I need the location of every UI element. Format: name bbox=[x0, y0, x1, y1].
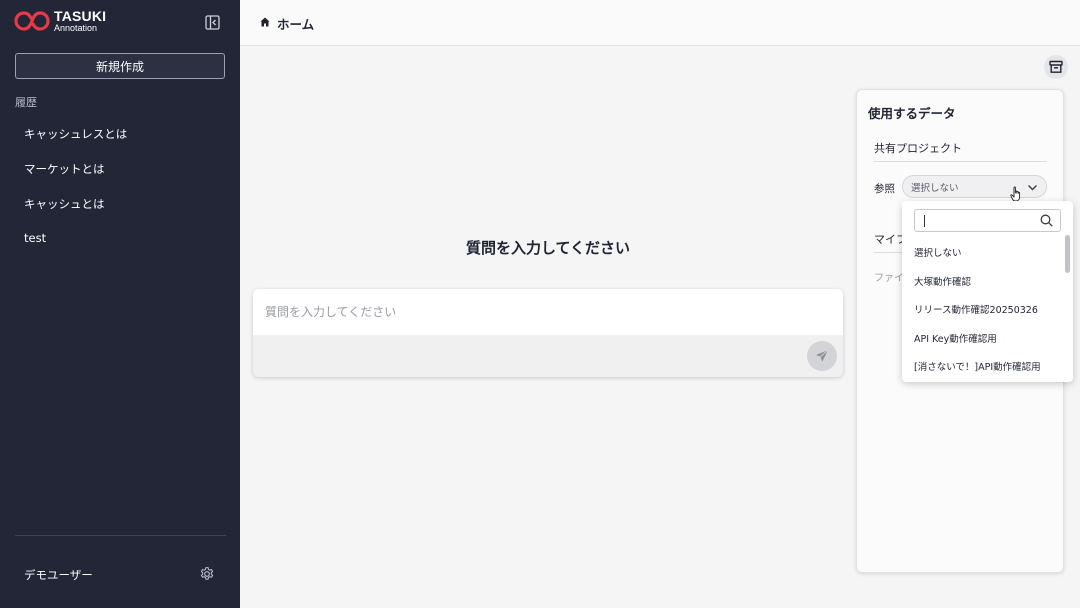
history-list: キャッシュレスとは マーケットとは キャッシュとは test bbox=[0, 117, 240, 256]
sidebar: TASUKI Annotation 新規作成 履歴 キャッシュレスとは マーケッ… bbox=[0, 0, 240, 608]
user-name[interactable]: デモユーザー bbox=[24, 567, 93, 583]
paper-plane-icon bbox=[816, 349, 829, 362]
history-item[interactable]: マーケットとは bbox=[0, 152, 240, 187]
archive-icon bbox=[1049, 60, 1063, 73]
sidebar-collapse-icon bbox=[205, 15, 220, 30]
panel-divider bbox=[874, 161, 1047, 162]
send-button[interactable] bbox=[807, 341, 837, 371]
dropdown-option[interactable]: [消さないで！]API動作確認用 bbox=[902, 352, 1063, 381]
dropdown-search-input[interactable] bbox=[914, 209, 1061, 232]
dropdown-scrollbar[interactable] bbox=[1065, 235, 1070, 273]
question-input[interactable] bbox=[253, 289, 843, 335]
reference-select[interactable]: 選択しない bbox=[902, 175, 1047, 198]
gear-icon bbox=[200, 567, 214, 580]
prompt-heading: 質問を入力してください bbox=[465, 239, 631, 257]
history-item[interactable]: test bbox=[0, 221, 240, 256]
shared-project-label: 共有プロジェクト bbox=[874, 142, 962, 155]
app-logo[interactable]: TASUKI Annotation bbox=[14, 9, 106, 33]
history-item[interactable]: キャッシュレスとは bbox=[0, 117, 240, 152]
dropdown-option[interactable]: API Key動作確認用 bbox=[902, 324, 1063, 353]
text-caret bbox=[924, 215, 925, 227]
sidebar-collapse-button[interactable] bbox=[205, 15, 220, 30]
question-card bbox=[253, 289, 843, 377]
my-files-label: マイフ bbox=[874, 233, 904, 246]
history-item[interactable]: キャッシュとは bbox=[0, 186, 240, 221]
archive-button[interactable] bbox=[1044, 55, 1068, 79]
logo-subtitle: Annotation bbox=[54, 23, 98, 33]
reference-label: 参照 bbox=[874, 183, 895, 195]
new-chat-button[interactable]: 新規作成 bbox=[15, 53, 225, 79]
reference-selected-value: 選択しない bbox=[911, 182, 959, 194]
dropdown-option[interactable]: リリース動作確認20250326 bbox=[902, 295, 1063, 324]
breadcrumb[interactable]: ホーム bbox=[277, 14, 314, 33]
settings-button[interactable] bbox=[199, 566, 215, 582]
hand-pointer-icon bbox=[1010, 186, 1021, 202]
reference-dropdown: 選択しない 大塚動作確認 リリース動作確認20250326 API Key動作確… bbox=[902, 201, 1073, 382]
dropdown-option[interactable]: 大塚動作確認 bbox=[902, 267, 1063, 296]
chevron-down-icon bbox=[1028, 185, 1037, 191]
top-header: ホーム bbox=[240, 0, 1080, 46]
logo-mark-icon bbox=[14, 11, 50, 31]
file-label: ファイ bbox=[874, 273, 904, 284]
dropdown-option[interactable]: 選択しない bbox=[902, 238, 1063, 267]
history-label: 履歴 bbox=[15, 96, 37, 109]
dropdown-options: 選択しない 大塚動作確認 リリース動作確認20250326 API Key動作確… bbox=[902, 238, 1063, 381]
logo-name: TASUKI bbox=[54, 8, 107, 24]
panel-title: 使用するデータ bbox=[868, 106, 956, 121]
sidebar-divider bbox=[15, 535, 226, 536]
search-icon bbox=[1040, 214, 1053, 227]
home-icon bbox=[260, 17, 270, 27]
